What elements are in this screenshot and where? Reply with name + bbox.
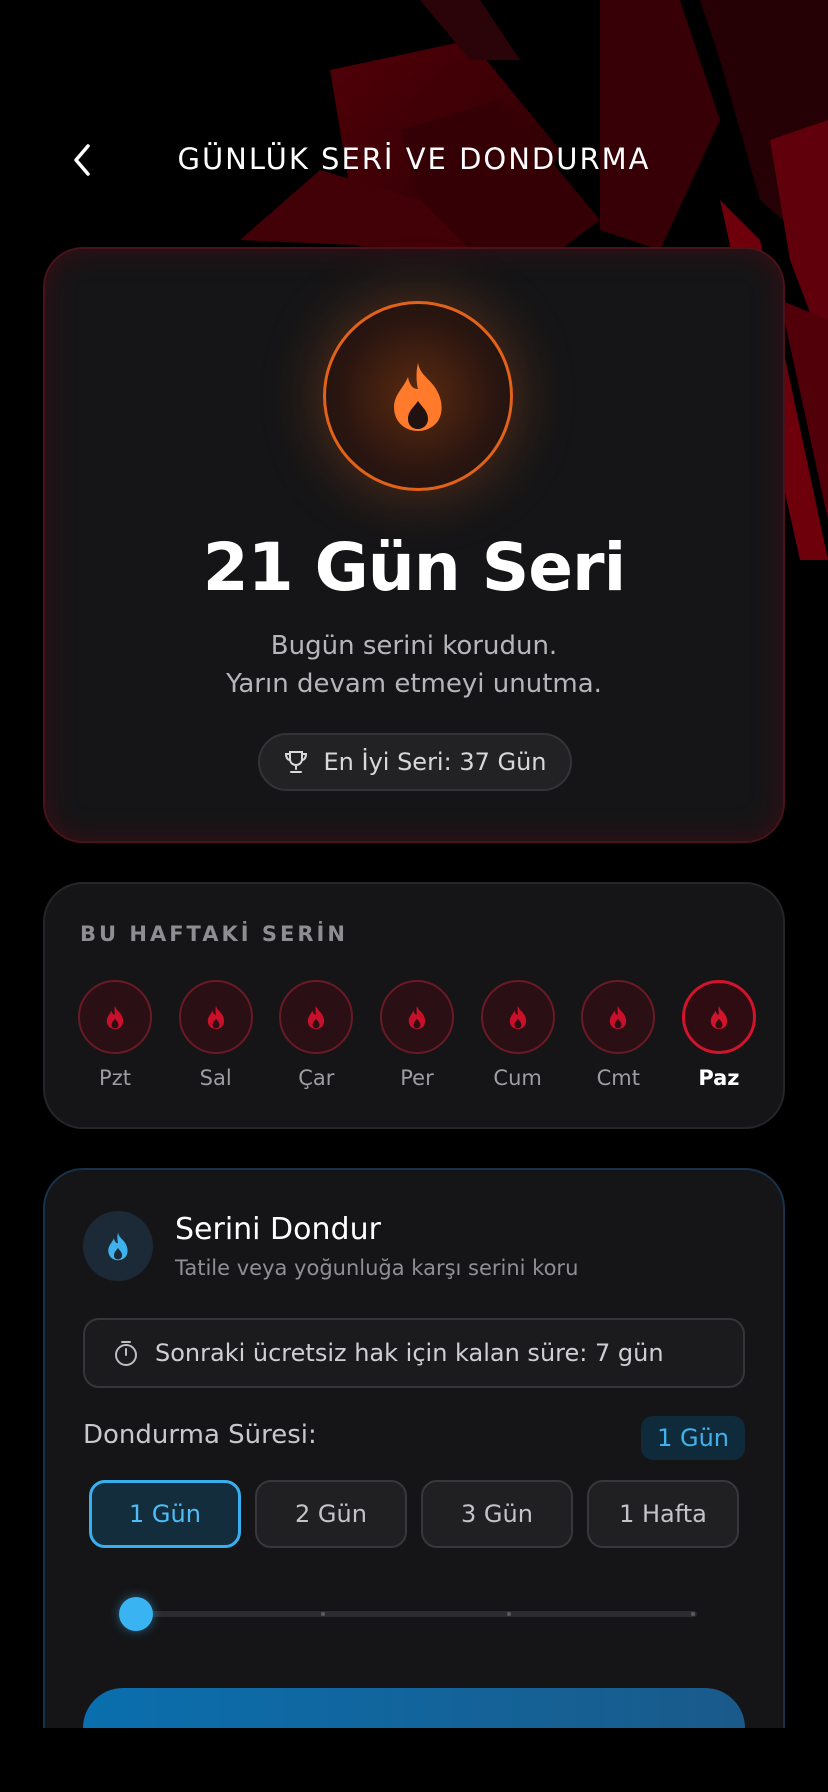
- duration-label: Dondurma Süresi:: [83, 1420, 317, 1450]
- day-circle: [480, 980, 555, 1054]
- duration-options: 1 Gün 2 Gün 3 Gün 1 Hafta: [89, 1480, 739, 1548]
- duration-option-2-days[interactable]: 2 Gün: [255, 1480, 407, 1548]
- best-streak-pill: En İyi Seri: 37 Gün: [258, 733, 572, 791]
- selected-duration-badge: 1 Gün: [641, 1416, 745, 1460]
- day-circle: [581, 980, 656, 1054]
- flame-icon: [710, 1005, 728, 1030]
- flame-blue-icon: [108, 1232, 128, 1261]
- duration-option-1-week[interactable]: 1 Hafta: [587, 1480, 739, 1548]
- freeze-confirm-button[interactable]: [83, 1688, 745, 1728]
- day-item[interactable]: Çar: [278, 980, 354, 1090]
- slider-tick: [691, 1612, 695, 1616]
- duration-slider-thumb[interactable]: [119, 1597, 153, 1631]
- page-title: GÜNLÜK SERİ VE DONDURMA: [177, 142, 651, 176]
- flame-icon: [509, 1005, 526, 1030]
- day-label: Çar: [298, 1066, 335, 1090]
- day-circle: [178, 980, 253, 1054]
- streak-card: 21 Gün Seri Bugün serini korudun. Yarın …: [43, 247, 785, 843]
- day-item[interactable]: Cum: [480, 980, 556, 1090]
- day-circle: [379, 980, 454, 1054]
- day-item[interactable]: Pzt: [77, 980, 153, 1090]
- flame-icon: [207, 1005, 224, 1030]
- freeze-card: Serini Dondur Tatile veya yoğunluğa karş…: [43, 1168, 785, 1728]
- day-item-today[interactable]: Paz: [681, 980, 757, 1090]
- next-free-timer: Sonraki ücretsiz hak için kalan süre: 7 …: [83, 1318, 745, 1388]
- best-streak-label: En İyi Seri: 37 Gün: [323, 748, 547, 776]
- duration-option-1-day[interactable]: 1 Gün: [89, 1480, 241, 1548]
- day-item[interactable]: Sal: [178, 980, 254, 1090]
- day-label: Cum: [493, 1066, 542, 1090]
- day-label: Sal: [199, 1066, 232, 1090]
- timer-text: Sonraki ücretsiz hak için kalan süre: 7 …: [155, 1339, 664, 1367]
- day-circle: [78, 980, 152, 1054]
- week-streak-card: BU HAFTAKİ SERİN Pzt Sal Çar Per Cum Cmt…: [43, 882, 785, 1129]
- freeze-icon-badge: [83, 1211, 153, 1281]
- week-days: Pzt Sal Çar Per Cum Cmt Paz: [77, 980, 757, 1090]
- day-circle: [681, 980, 756, 1054]
- header: GÜNLÜK SERİ VE DONDURMA: [0, 120, 828, 200]
- duration-slider-track[interactable]: [137, 1611, 697, 1617]
- day-label: Paz: [698, 1066, 740, 1090]
- trophy-icon: [285, 751, 308, 773]
- flame-icon: [610, 1005, 627, 1030]
- streak-subtitle-line1: Bugün serini korudun.: [270, 631, 558, 661]
- day-label: Pzt: [99, 1066, 131, 1090]
- day-item[interactable]: Cmt: [580, 980, 656, 1090]
- day-circle: [279, 980, 354, 1054]
- streak-count-title: 21 Gün Seri: [202, 529, 626, 606]
- flame-icon: [408, 1005, 426, 1030]
- flame-badge: [323, 301, 513, 491]
- flame-icon: [394, 363, 442, 431]
- slider-tick: [321, 1612, 325, 1616]
- slider-tick: [507, 1612, 511, 1616]
- stopwatch-icon: [115, 1341, 137, 1366]
- week-title: BU HAFTAKİ SERİN: [80, 922, 348, 946]
- flame-icon: [308, 1005, 325, 1030]
- streak-subtitle-line2: Yarın devam etmeyi unutma.: [226, 669, 602, 699]
- day-label: Per: [400, 1066, 434, 1090]
- freeze-title: Serini Dondur: [175, 1212, 381, 1247]
- duration-option-3-days[interactable]: 3 Gün: [421, 1480, 573, 1548]
- streak-subtitle: Bugün serini korudun. Yarın devam etmeyi…: [45, 627, 783, 703]
- day-item[interactable]: Per: [379, 980, 455, 1090]
- flame-icon: [106, 1005, 124, 1030]
- freeze-subtitle: Tatile veya yoğunluğa karşı serini koru: [175, 1256, 579, 1280]
- day-label: Cmt: [596, 1066, 640, 1090]
